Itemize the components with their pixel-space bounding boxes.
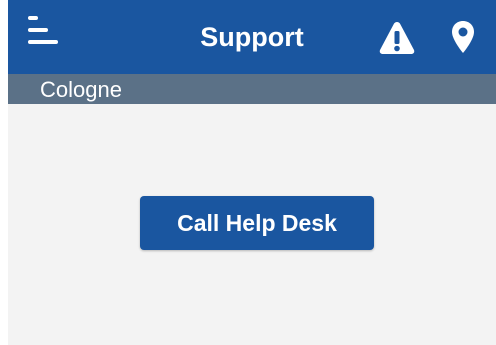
top-app-bar: Support	[8, 0, 496, 74]
current-location-label: Cologne	[40, 77, 122, 102]
map-pin-icon	[452, 21, 474, 53]
location-bar: Cologne	[8, 74, 496, 104]
page-title: Support	[200, 22, 304, 52]
location-button[interactable]	[451, 20, 475, 54]
alert-button[interactable]	[378, 20, 416, 56]
menu-button[interactable]	[28, 16, 62, 56]
warning-icon	[379, 22, 415, 54]
app-screen: Support Cologne Call Help Desk	[8, 0, 496, 345]
call-help-desk-button[interactable]: Call Help Desk	[140, 196, 374, 250]
